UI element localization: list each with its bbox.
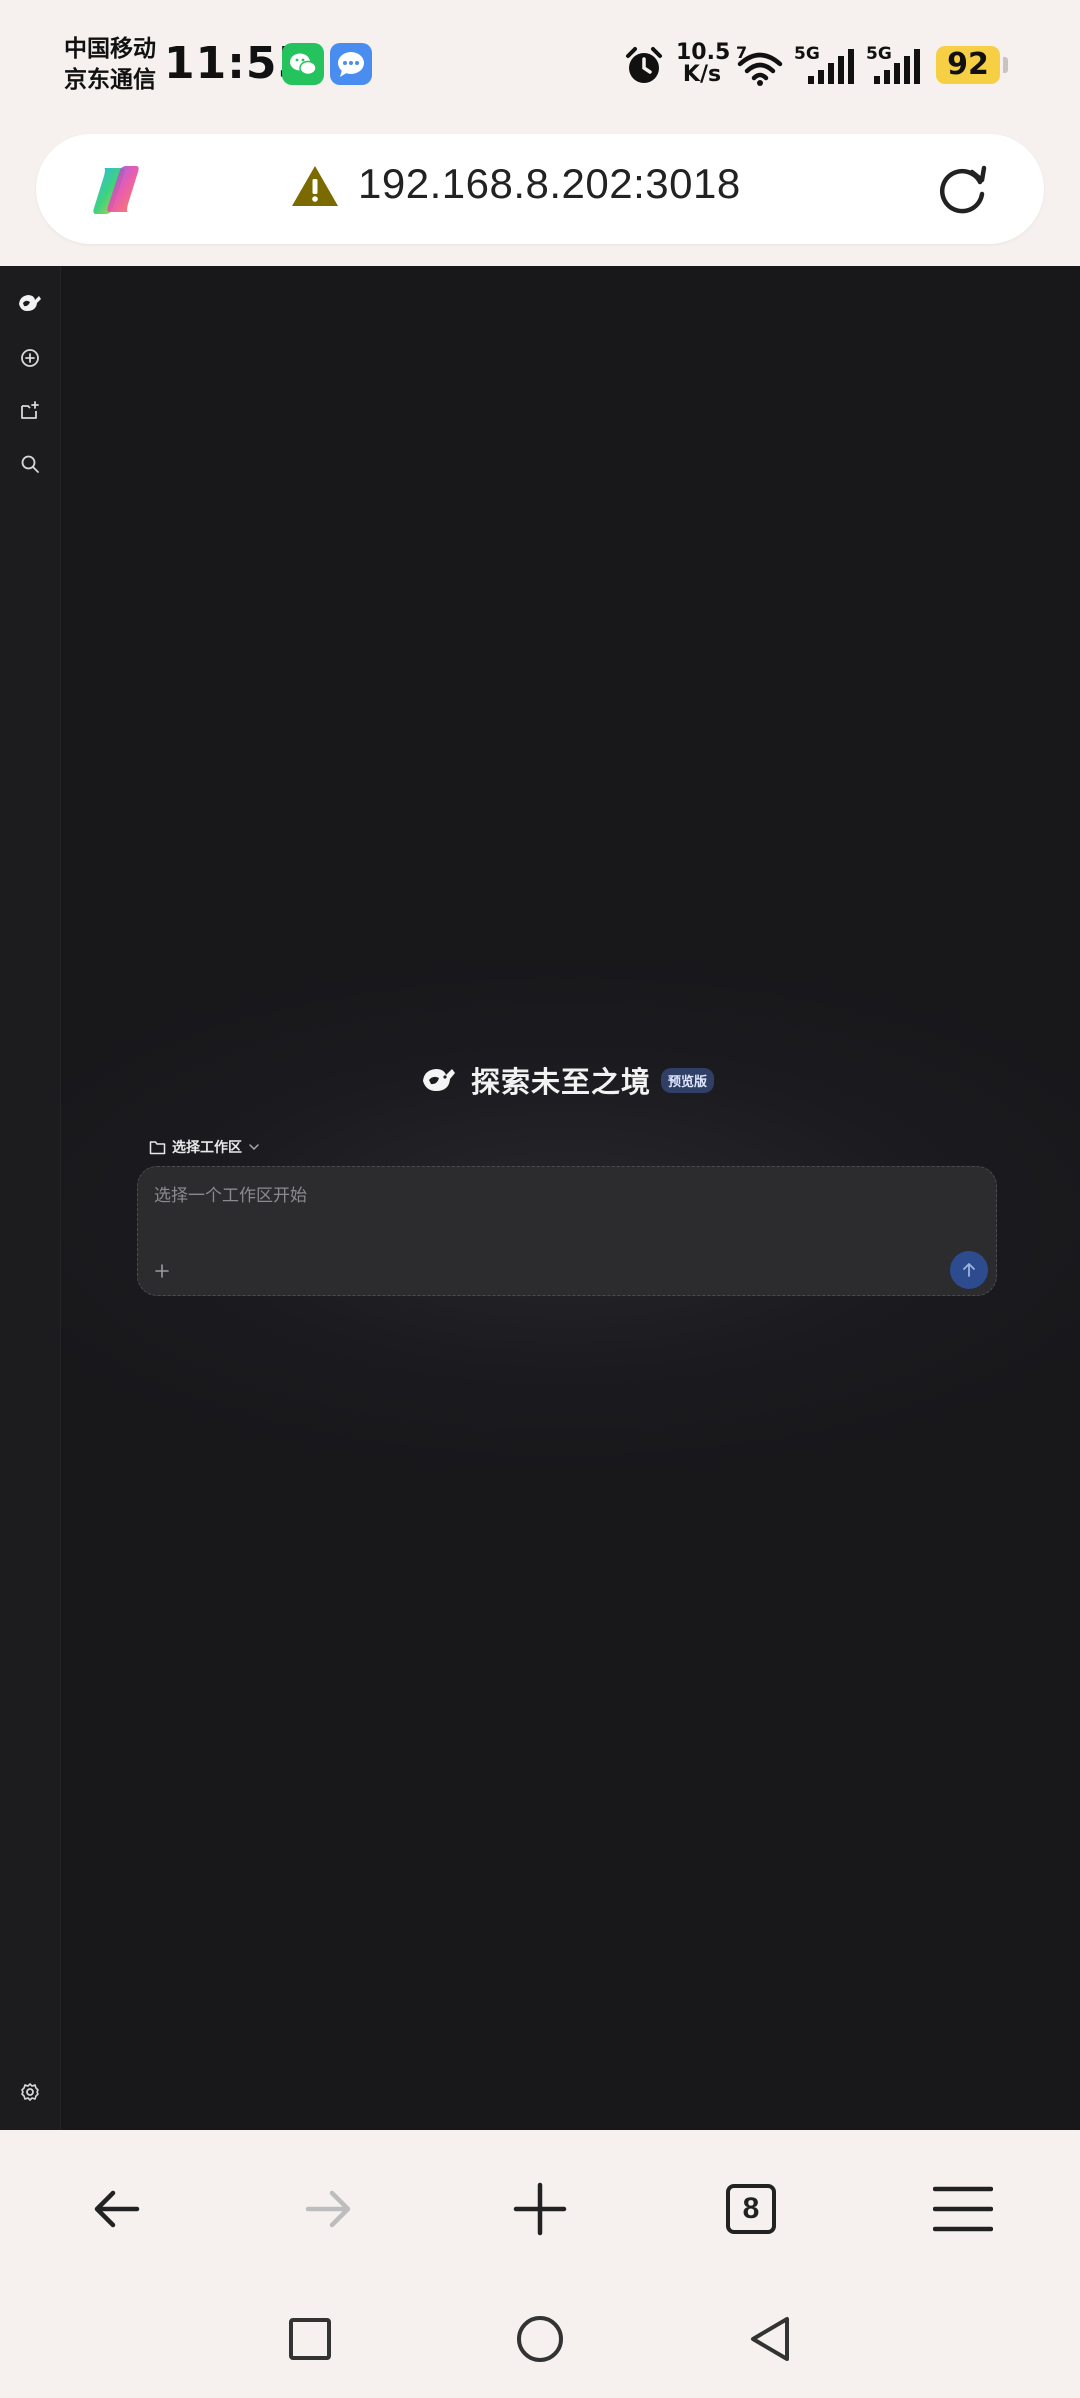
search-icon bbox=[21, 455, 39, 473]
back-button[interactable] bbox=[82, 2174, 152, 2244]
wifi-icon: 7 bbox=[734, 43, 786, 92]
tabs-button[interactable]: 8 bbox=[716, 2174, 786, 2244]
status-bar: 中国移动 京东通信 11:55 10.5 K/s 7 5G 5G 92 bbox=[0, 0, 1080, 130]
hero-header: 探索未至之境 预览版 bbox=[421, 1058, 715, 1102]
send-button[interactable] bbox=[950, 1251, 988, 1289]
signal-2-label: 5G bbox=[866, 44, 892, 64]
recents-button[interactable] bbox=[285, 2314, 335, 2364]
workspace-label: 选择工作区 bbox=[172, 1140, 242, 1156]
new-tab-button[interactable] bbox=[505, 2174, 575, 2244]
web-content: 探索未至之境 预览版 选择工作区 bbox=[0, 266, 1080, 2130]
workspace-selector[interactable]: 选择工作区 bbox=[149, 1132, 260, 1162]
warning-icon[interactable] bbox=[290, 164, 340, 208]
forward-button[interactable] bbox=[293, 2174, 363, 2244]
square-icon bbox=[289, 2318, 331, 2360]
plus-icon bbox=[155, 1264, 169, 1278]
signal-icon: 5G bbox=[794, 44, 860, 92]
alarm-icon bbox=[626, 47, 662, 83]
plus-icon bbox=[513, 2182, 567, 2236]
menu-button[interactable] bbox=[928, 2174, 998, 2244]
triangle-back-icon bbox=[751, 2317, 789, 2361]
tabs-count: 8 bbox=[726, 2184, 776, 2234]
battery-icon: 92 bbox=[936, 46, 1000, 84]
url-text[interactable]: 192.168.8.202:3018 bbox=[358, 160, 741, 208]
sidebar bbox=[0, 266, 61, 2130]
reload-icon[interactable] bbox=[932, 160, 992, 220]
attach-button[interactable] bbox=[148, 1257, 176, 1285]
search-button[interactable] bbox=[15, 449, 45, 479]
copilot-icon[interactable] bbox=[82, 156, 150, 224]
circle-icon bbox=[517, 2316, 563, 2362]
prompt-input[interactable] bbox=[154, 1181, 914, 1211]
carrier-info: 中国移动 京东通信 bbox=[64, 34, 156, 96]
carrier-line-1: 中国移动 bbox=[64, 36, 156, 62]
wechat-icon bbox=[282, 43, 324, 85]
network-speed: 10.5 K/s bbox=[676, 40, 731, 87]
arrow-up-icon bbox=[963, 1263, 975, 1277]
hero-title: 探索未至之境 bbox=[471, 1065, 652, 1099]
hamburger-icon bbox=[933, 2186, 993, 2232]
folder-icon bbox=[149, 1140, 166, 1154]
address-bar[interactable]: 192.168.8.202:3018 bbox=[36, 134, 1044, 244]
chevron-down-icon bbox=[249, 1144, 259, 1151]
message-icon bbox=[330, 43, 372, 85]
new-chat-button[interactable] bbox=[15, 343, 45, 373]
prompt-box bbox=[137, 1166, 997, 1296]
new-folder-button[interactable] bbox=[15, 396, 45, 426]
gear-icon bbox=[21, 2083, 39, 2101]
plus-circle-icon bbox=[21, 349, 39, 367]
arrow-left-icon bbox=[94, 2190, 140, 2228]
folder-plus-icon bbox=[21, 401, 39, 419]
browser-toolbar: 8 bbox=[0, 2130, 1080, 2280]
main-area: 探索未至之境 预览版 选择工作区 bbox=[61, 266, 1080, 2130]
network-speed-value: 10.5 bbox=[676, 40, 731, 65]
app-logo-icon bbox=[423, 1069, 455, 1091]
sidebar-logo-icon[interactable] bbox=[15, 288, 45, 318]
signal-1-label: 5G bbox=[794, 44, 820, 64]
arrow-right-icon bbox=[305, 2190, 351, 2228]
settings-button[interactable] bbox=[15, 2077, 45, 2107]
signal-icon: 5G bbox=[866, 44, 932, 92]
back-nav-button[interactable] bbox=[745, 2314, 795, 2364]
battery-tip bbox=[1003, 57, 1008, 73]
home-button[interactable] bbox=[515, 2314, 565, 2364]
carrier-line-2: 京东通信 bbox=[64, 67, 156, 93]
network-speed-unit: K/s bbox=[682, 62, 722, 87]
preview-badge: 预览版 bbox=[661, 1067, 715, 1093]
system-nav-bar bbox=[0, 2280, 1080, 2398]
